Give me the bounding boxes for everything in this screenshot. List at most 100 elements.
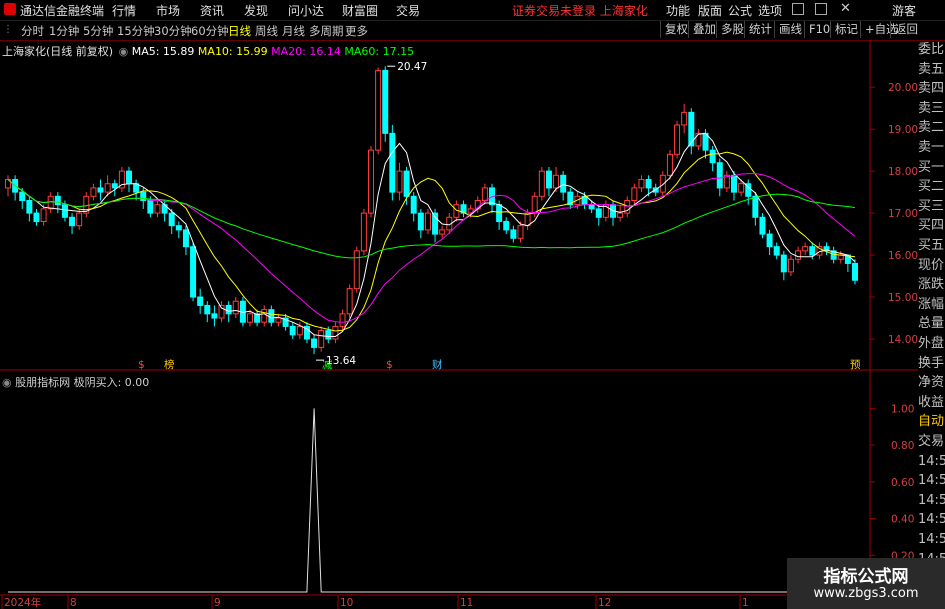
mark-button[interactable]: 标记: [830, 21, 862, 38]
user-label[interactable]: 游客: [892, 2, 916, 19]
candle-body: [325, 330, 332, 340]
menu-news[interactable]: 资讯: [200, 2, 224, 19]
kline-chart[interactable]: 20.00 19.00 18.00 17.00 16.00 15.00 14.00 1.00…: [0, 40, 918, 609]
ma20-label: MA20: 16.14: [271, 45, 341, 58]
event-marker: 预: [850, 359, 861, 371]
price-tick-label: 18.00: [888, 166, 918, 178]
candle-body: [553, 174, 560, 189]
quote-panel-item: 卖三: [918, 100, 945, 116]
quote-panel-item: 买五: [918, 238, 945, 253]
tab-monthly[interactable]: 月线: [282, 23, 305, 39]
tab-weekly[interactable]: 周线: [255, 23, 278, 39]
ma20-line: [7, 173, 856, 323]
dropdown-icon[interactable]: ◉: [119, 45, 129, 58]
candle-body: [517, 225, 524, 239]
candle-body: [211, 313, 218, 319]
ma10-label: MA10: 15.99: [197, 45, 268, 58]
candle-body: [716, 162, 723, 189]
price-axis: 20.00 19.00 18.00 17.00 16.00 15.00 14.00: [870, 82, 918, 346]
candle-body: [40, 208, 47, 222]
toolbar-handle-icon: ⋮: [3, 24, 13, 35]
ma60-label: MA60: 17.15: [344, 45, 415, 58]
candle-body: [175, 225, 182, 231]
tab-multi-period[interactable]: 多周期: [309, 23, 344, 39]
tab-60min[interactable]: 60分钟: [191, 23, 229, 39]
app-logo-icon: [4, 3, 16, 15]
quote-panel-item: 涨跌: [918, 277, 945, 293]
candle-body: [225, 304, 232, 315]
candle-body: [780, 254, 787, 273]
candle-body: [787, 258, 794, 273]
candle-body: [759, 216, 766, 235]
menu-formula[interactable]: 公式: [728, 2, 752, 19]
quote-panel-item: 净资: [918, 375, 945, 391]
candle-body: [545, 170, 552, 189]
candle-body: [19, 191, 26, 202]
ma5-label: MA5: 15.89: [131, 45, 195, 58]
menu-options[interactable]: 选项: [758, 2, 782, 19]
date-tick-label: 11: [460, 597, 473, 609]
close-icon[interactable]: ✕: [840, 1, 851, 16]
tab-more[interactable]: 更多: [345, 23, 368, 39]
candle-body: [631, 187, 638, 202]
tab-intraday[interactable]: 分时: [21, 23, 44, 39]
candle-body: [645, 179, 652, 189]
login-warning: 证券交易未登录 上海家化: [512, 2, 648, 19]
quote-panel-item: 买二: [918, 179, 945, 195]
indicator-tick-label: 1.00: [891, 403, 914, 415]
candle-body: [61, 204, 68, 218]
candle-body: [396, 170, 403, 193]
watermark: 指标公式网 www.zbgs3.com: [787, 558, 945, 609]
candle-body: [560, 174, 567, 193]
quote-panel-item: 14:56: [918, 492, 945, 508]
quote-panel-item: 买四: [918, 218, 945, 234]
minimize-icon[interactable]: [792, 3, 804, 15]
menu-layout[interactable]: 版面: [698, 2, 722, 19]
menu-market[interactable]: 市场: [156, 2, 180, 19]
menu-quotes[interactable]: 行情: [112, 2, 136, 19]
indicator-tick-label: 0.40: [891, 514, 914, 526]
candle-body: [197, 296, 204, 306]
tab-30min[interactable]: 30分钟: [154, 23, 192, 39]
price-tick-label: 15.00: [888, 292, 918, 304]
candle-body: [681, 111, 688, 126]
quote-panel-item: 卖四: [918, 81, 945, 97]
price-tick-label: 17.00: [888, 208, 918, 220]
candle-body: [168, 212, 175, 227]
back-button[interactable]: 返回: [890, 21, 922, 38]
candle-body: [26, 200, 33, 214]
quote-panel-item: 买一: [918, 159, 945, 175]
quote-panel-item: 交易: [918, 434, 945, 449]
watermark-title: 指标公式网: [823, 567, 909, 587]
draw-button[interactable]: 画线: [774, 21, 806, 38]
menu-trade[interactable]: 交易: [396, 2, 420, 19]
candle-body: [90, 187, 97, 197]
date-tick-label: 2024年: [4, 596, 41, 609]
maximize-icon[interactable]: [815, 3, 827, 15]
moving-average-lines: [7, 132, 856, 337]
indicator-tick-label: 0.60: [891, 477, 914, 489]
menu-wealth[interactable]: 财富圈: [342, 2, 378, 19]
candle-body: [695, 132, 702, 147]
candle-body: [261, 309, 268, 323]
quote-panel-item: 委比: [918, 42, 945, 57]
menu-function[interactable]: 功能: [666, 2, 690, 19]
candle-body: [709, 149, 716, 164]
indicator-dropdown-icon[interactable]: ◉: [2, 376, 12, 389]
candle-body: [346, 288, 353, 315]
stats-button[interactable]: 统计: [744, 21, 776, 38]
menu-discover[interactable]: 发现: [244, 2, 268, 19]
indicator-line: [8, 408, 855, 593]
quote-panel-item: 14:56: [918, 512, 945, 528]
candle-body: [588, 204, 595, 210]
tab-15min[interactable]: 15分钟: [117, 23, 155, 39]
date-tick-label: 8: [70, 597, 77, 609]
candle-body: [481, 187, 488, 202]
tab-daily[interactable]: 日线: [228, 23, 251, 39]
candle-body: [795, 250, 802, 260]
tab-5min[interactable]: 5分钟: [83, 23, 113, 39]
tab-1min[interactable]: 1分钟: [49, 23, 79, 39]
menu-ask[interactable]: 问小达: [288, 2, 324, 19]
period-toolbar: ⋮ 分时 1分钟 5分钟 15分钟 30分钟 60分钟 日线 周线 月线 多周期…: [0, 20, 945, 41]
candle-body: [296, 325, 303, 336]
